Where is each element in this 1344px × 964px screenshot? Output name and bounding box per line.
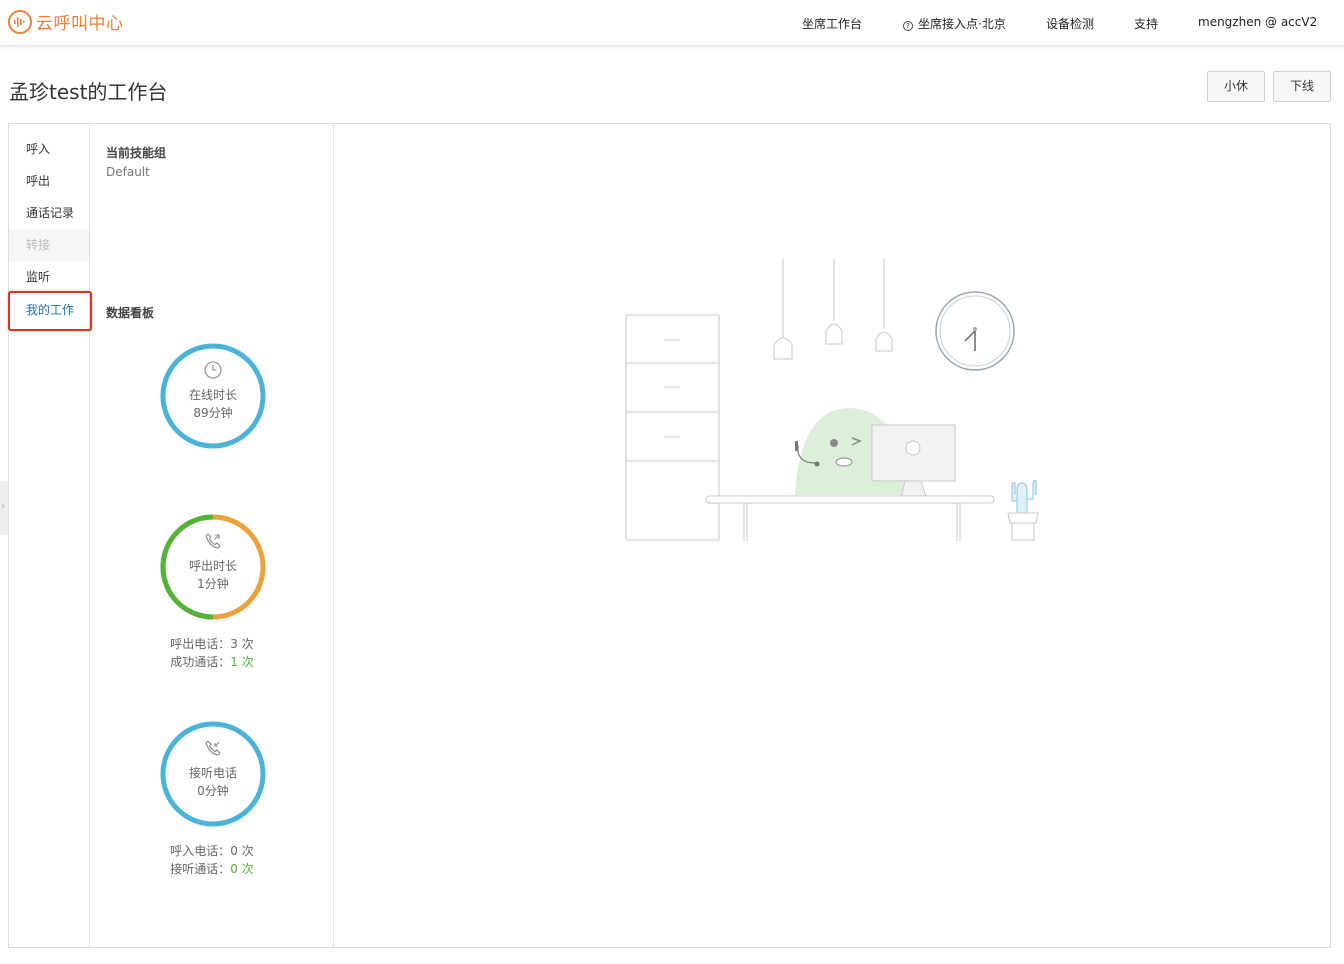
dashboard-label: 数据看板 xyxy=(106,306,155,320)
online-duration-ring: 在线时长 89分钟 xyxy=(160,343,266,449)
nav-support[interactable]: 支持 xyxy=(1134,15,1158,32)
outgoing-call-icon xyxy=(205,533,221,549)
outbound-success-value: 1 次 xyxy=(230,655,254,669)
chevron-right-icon: › xyxy=(1,501,5,512)
online-duration-title: 在线时长 xyxy=(188,388,237,402)
logo-sound-icon xyxy=(8,9,32,34)
incoming-call-icon xyxy=(205,740,221,756)
inbound-answered-count: 接听通话：0 次 xyxy=(90,860,334,877)
inbound-duration-title: 接听电话 xyxy=(188,766,237,780)
sidebar-item-call-records[interactable]: 通话记录 xyxy=(9,197,89,229)
outbound-calls-count: 呼出电话：3 次 xyxy=(90,635,334,652)
online-duration-value: 89分钟 xyxy=(193,406,233,420)
app-name: 云呼叫中心 xyxy=(36,14,124,34)
clock-icon xyxy=(204,361,222,379)
outbound-success-label: 成功通话： xyxy=(170,655,231,669)
outbound-duration-title: 呼出时长 xyxy=(188,559,237,573)
outbound-success-count: 成功通话：1 次 xyxy=(90,653,334,670)
inbound-duration-ring: 接听电话 0分钟 xyxy=(160,721,266,827)
skill-group-label: 当前技能组 xyxy=(106,146,167,160)
sidebar: 呼入 呼出 通话记录 转接 监听 我的工作 xyxy=(8,124,92,947)
offline-button[interactable]: 下线 xyxy=(1273,71,1331,102)
nav-workbench[interactable]: 坐席工作台 xyxy=(802,15,862,32)
sidebar-item-my-work[interactable]: 我的工作 xyxy=(8,291,92,331)
inbound-calls-count: 呼入电话：0 次 xyxy=(90,842,334,859)
inbound-answered-label: 接听通话： xyxy=(170,862,231,876)
outbound-duration-value: 1分钟 xyxy=(197,577,229,591)
nav-access-point-label: 坐席接入点·北京 xyxy=(918,17,1006,31)
nav-access-point[interactable]: ? 坐席接入点·北京 xyxy=(903,15,1006,32)
stats-column: 当前技能组 Default 数据看板 在线时长 89分钟 呼出时长 1分钟 呼出… xyxy=(90,124,334,947)
outbound-calls-value: 3 次 xyxy=(230,637,254,651)
break-button[interactable]: 小休 xyxy=(1207,71,1265,102)
top-bar: 云呼叫中心 坐席工作台 ? 坐席接入点·北京 设备检测 支持 mengzhen @… xyxy=(0,0,1344,46)
sidebar-item-monitor[interactable]: 监听 xyxy=(9,261,89,293)
sidebar-item-transfer: 转接 xyxy=(9,229,89,261)
inbound-calls-label: 呼入电话： xyxy=(170,844,231,858)
sidebar-item-outbound[interactable]: 呼出 xyxy=(9,165,89,197)
sidebar-item-inbound[interactable]: 呼入 xyxy=(9,133,89,165)
app-logo[interactable]: 云呼叫中心 xyxy=(8,9,124,34)
nav-device-check[interactable]: 设备检测 xyxy=(1046,15,1094,32)
page-title: 孟珍test的工作台 xyxy=(9,80,168,104)
inbound-duration-value: 0分钟 xyxy=(197,784,229,798)
office-illustration xyxy=(625,259,1039,541)
nav-user-account[interactable]: mengzhen @ accV2 xyxy=(1198,15,1317,29)
help-icon: ? xyxy=(903,21,913,31)
inbound-calls-value: 0 次 xyxy=(230,844,254,858)
inbound-answered-value: 0 次 xyxy=(230,862,254,876)
outbound-calls-label: 呼出电话： xyxy=(170,637,231,651)
skill-group-value: Default xyxy=(106,165,150,179)
outbound-duration-ring: 呼出时长 1分钟 xyxy=(160,514,266,620)
